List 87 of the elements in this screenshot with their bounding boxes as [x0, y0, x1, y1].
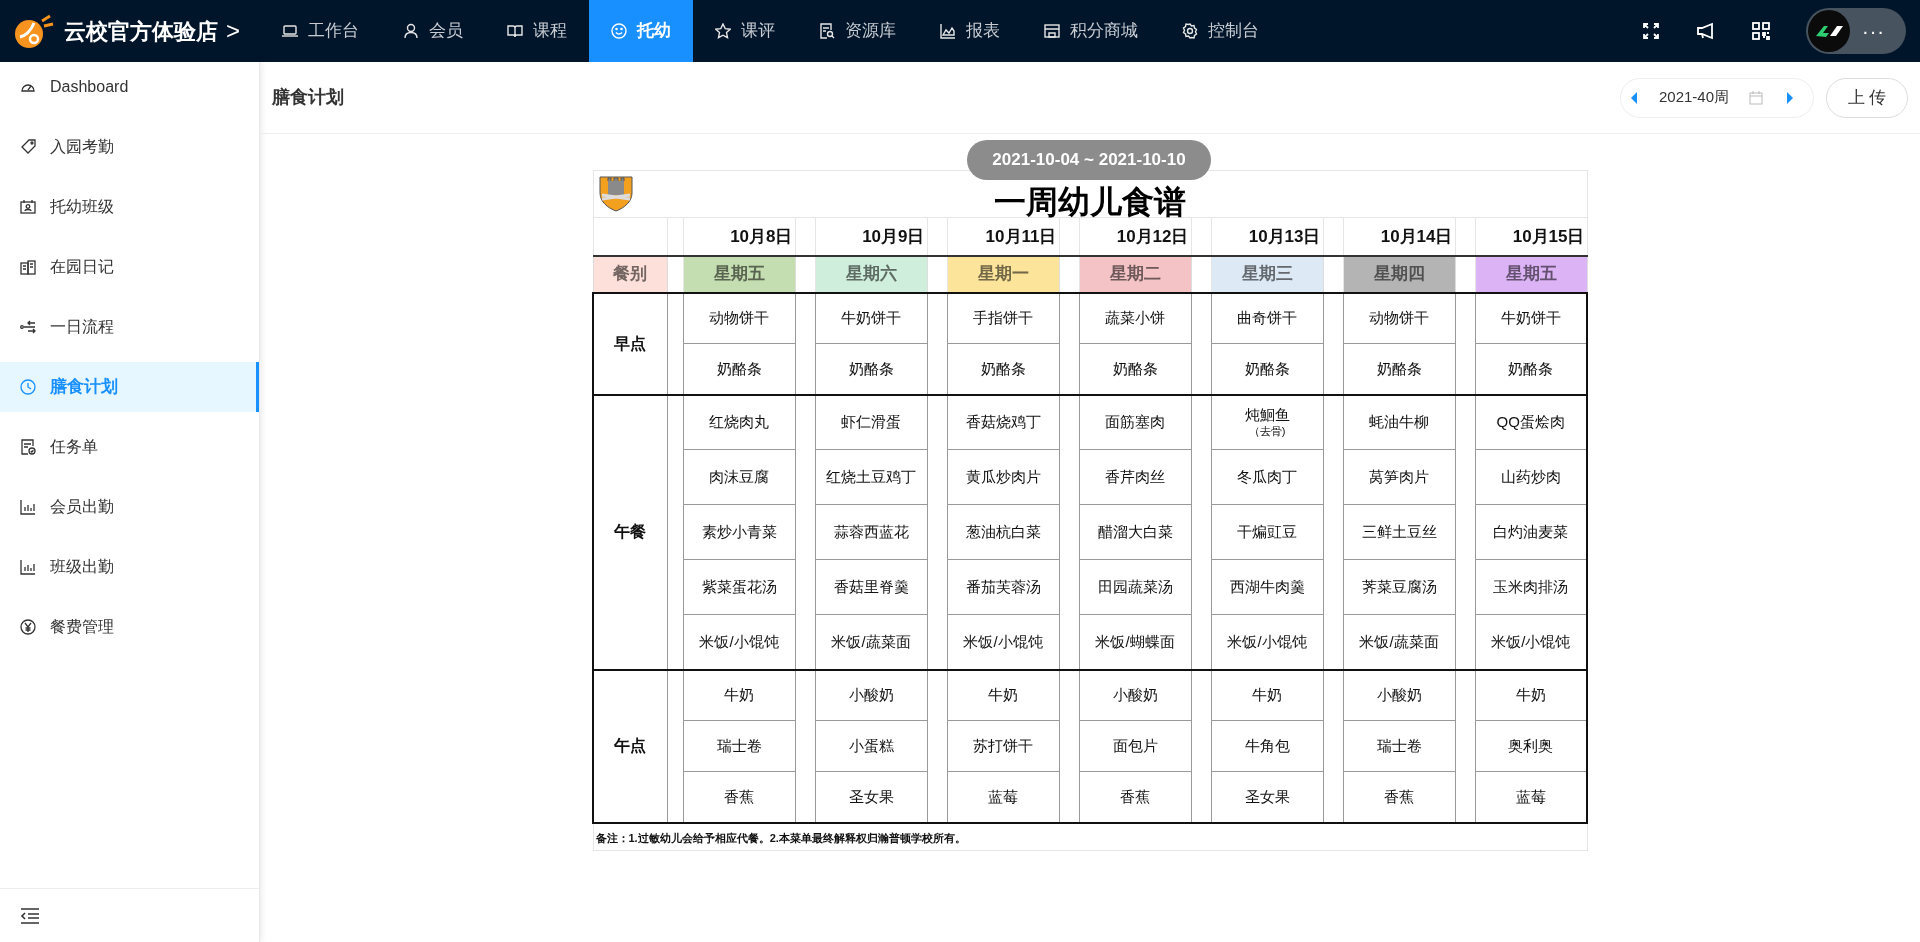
chart-icon — [940, 23, 956, 39]
sidebar-item[interactable]: 在园日记 — [0, 242, 259, 292]
table-cell: 山药炒肉 — [1475, 449, 1587, 505]
building-icon — [20, 259, 36, 275]
user-menu[interactable]: ··· — [1806, 8, 1906, 54]
meal-label: 午点 — [593, 669, 667, 823]
previous-icon[interactable] — [1629, 90, 1639, 105]
sidebar-item[interactable]: 托幼班级 — [0, 182, 259, 232]
weekday-header: 星期五 — [683, 255, 795, 293]
nav-tab[interactable]: 课评 — [693, 0, 797, 62]
sidebar-item[interactable]: 任务单 — [0, 422, 259, 472]
sidebar-item[interactable]: 会员出勤 — [0, 482, 259, 532]
table-cell: 牛奶 — [1211, 669, 1323, 721]
nav-tab[interactable]: 课程 — [485, 0, 589, 62]
tag-icon — [20, 139, 36, 155]
chevron-icon[interactable]: > — [226, 19, 240, 43]
nav-tab[interactable]: 控制台 — [1160, 0, 1281, 62]
next-icon[interactable] — [1785, 90, 1796, 105]
bar-chart-icon — [20, 499, 36, 515]
laptop-icon — [282, 23, 298, 39]
table-cell: 小酸奶 — [1079, 669, 1191, 721]
sidebar-item[interactable]: Dashboard — [0, 62, 259, 112]
dish-name: 炖鮰鱼 — [1243, 406, 1291, 425]
task-list-icon — [20, 439, 36, 455]
collapse-menu-icon[interactable] — [20, 907, 40, 924]
smiley-icon — [611, 23, 627, 39]
table-cell: 牛奶饼干 — [1475, 292, 1587, 344]
meal-label: 早点 — [593, 292, 667, 395]
menu-title: 一周幼儿食谱 — [994, 186, 1186, 218]
dish-note: （去骨) — [1247, 424, 1287, 439]
table-cell: 曲奇饼干 — [1211, 292, 1323, 344]
nav-tab[interactable]: 会员 — [381, 0, 485, 62]
table-cell: 香菇烧鸡丁 — [947, 394, 1059, 450]
date-range-badge: 2021-10-04 ~ 2021-10-10 — [967, 140, 1211, 180]
bar-chart-icon — [20, 559, 36, 575]
weekday-header: 星期一 — [947, 255, 1059, 293]
table-cell: QQ蛋烩肉 — [1475, 394, 1587, 450]
table-cell: 玉米肉排汤 — [1475, 559, 1587, 615]
table-cell: 手指饼干 — [947, 292, 1059, 344]
book-icon — [507, 23, 523, 39]
table-cell: 红烧肉丸 — [683, 394, 795, 450]
table-cell: 小酸奶 — [815, 669, 927, 721]
meal-label: 午餐 — [593, 394, 667, 670]
star-icon — [715, 23, 731, 39]
sidebar-item[interactable]: 入园考勤 — [0, 122, 259, 172]
clock-icon — [20, 379, 36, 395]
logo-icon — [12, 13, 56, 49]
qr-code-icon[interactable] — [1752, 22, 1770, 40]
brand-link[interactable]: 云校官方体验店 — [64, 14, 218, 48]
weekday-header: 星期五 — [1475, 255, 1587, 293]
avatar-icon — [1808, 10, 1850, 52]
weekday-header: 星期四 — [1343, 255, 1455, 293]
yen-icon — [20, 619, 36, 635]
nav-tab[interactable]: 工作台 — [260, 0, 381, 62]
nav-tab[interactable]: 资源库 — [797, 0, 918, 62]
table-cell: 动物饼干 — [1343, 292, 1455, 344]
weekday-header: 星期三 — [1211, 255, 1323, 293]
shop-icon — [1044, 23, 1060, 39]
settings-icon — [1182, 23, 1198, 39]
table-cell: 牛奶饼干 — [815, 292, 927, 344]
table-cell: 虾仁滑蛋 — [815, 394, 927, 450]
fullscreen-icon[interactable] — [1642, 22, 1660, 40]
table-cell: 奥利奥 — [1475, 720, 1587, 772]
page-title: 膳食计划 — [272, 86, 344, 109]
id-card-icon — [20, 199, 36, 215]
sidebar-item[interactable]: 班级出勤 — [0, 542, 259, 592]
user-icon — [403, 23, 419, 39]
category-header: 餐别 — [593, 255, 667, 293]
menu-note: 备注：1.过敏幼儿会给予相应代餐。2.本菜单最终解释权归瀚普顿学校所有。 — [594, 831, 966, 844]
table-cell: 牛奶 — [1475, 669, 1587, 721]
weekday-header: 星期二 — [1079, 255, 1191, 293]
sidebar-item[interactable]: 餐费管理 — [0, 602, 259, 652]
table-cell: 动物饼干 — [683, 292, 795, 344]
document-search-icon — [819, 23, 835, 39]
nav-tab[interactable]: 积分商城 — [1022, 0, 1160, 62]
table-cell: 牛奶 — [683, 669, 795, 721]
sidebar-item[interactable]: 一日流程 — [0, 302, 259, 352]
table-cell: 白灼油麦菜 — [1475, 504, 1587, 560]
table-cell: 蔬菜小饼 — [1079, 292, 1191, 344]
megaphone-icon[interactable] — [1696, 22, 1716, 40]
table-cell: 面筋塞肉 — [1079, 394, 1191, 450]
flow-icon — [20, 319, 36, 335]
table-cell: 牛奶 — [947, 669, 1059, 721]
table-cell: 小酸奶 — [1343, 669, 1455, 721]
weekday-header: 星期六 — [815, 255, 927, 293]
table-cell: 蚝油牛柳 — [1343, 394, 1455, 450]
nav-tab[interactable]: 报表 — [918, 0, 1022, 62]
